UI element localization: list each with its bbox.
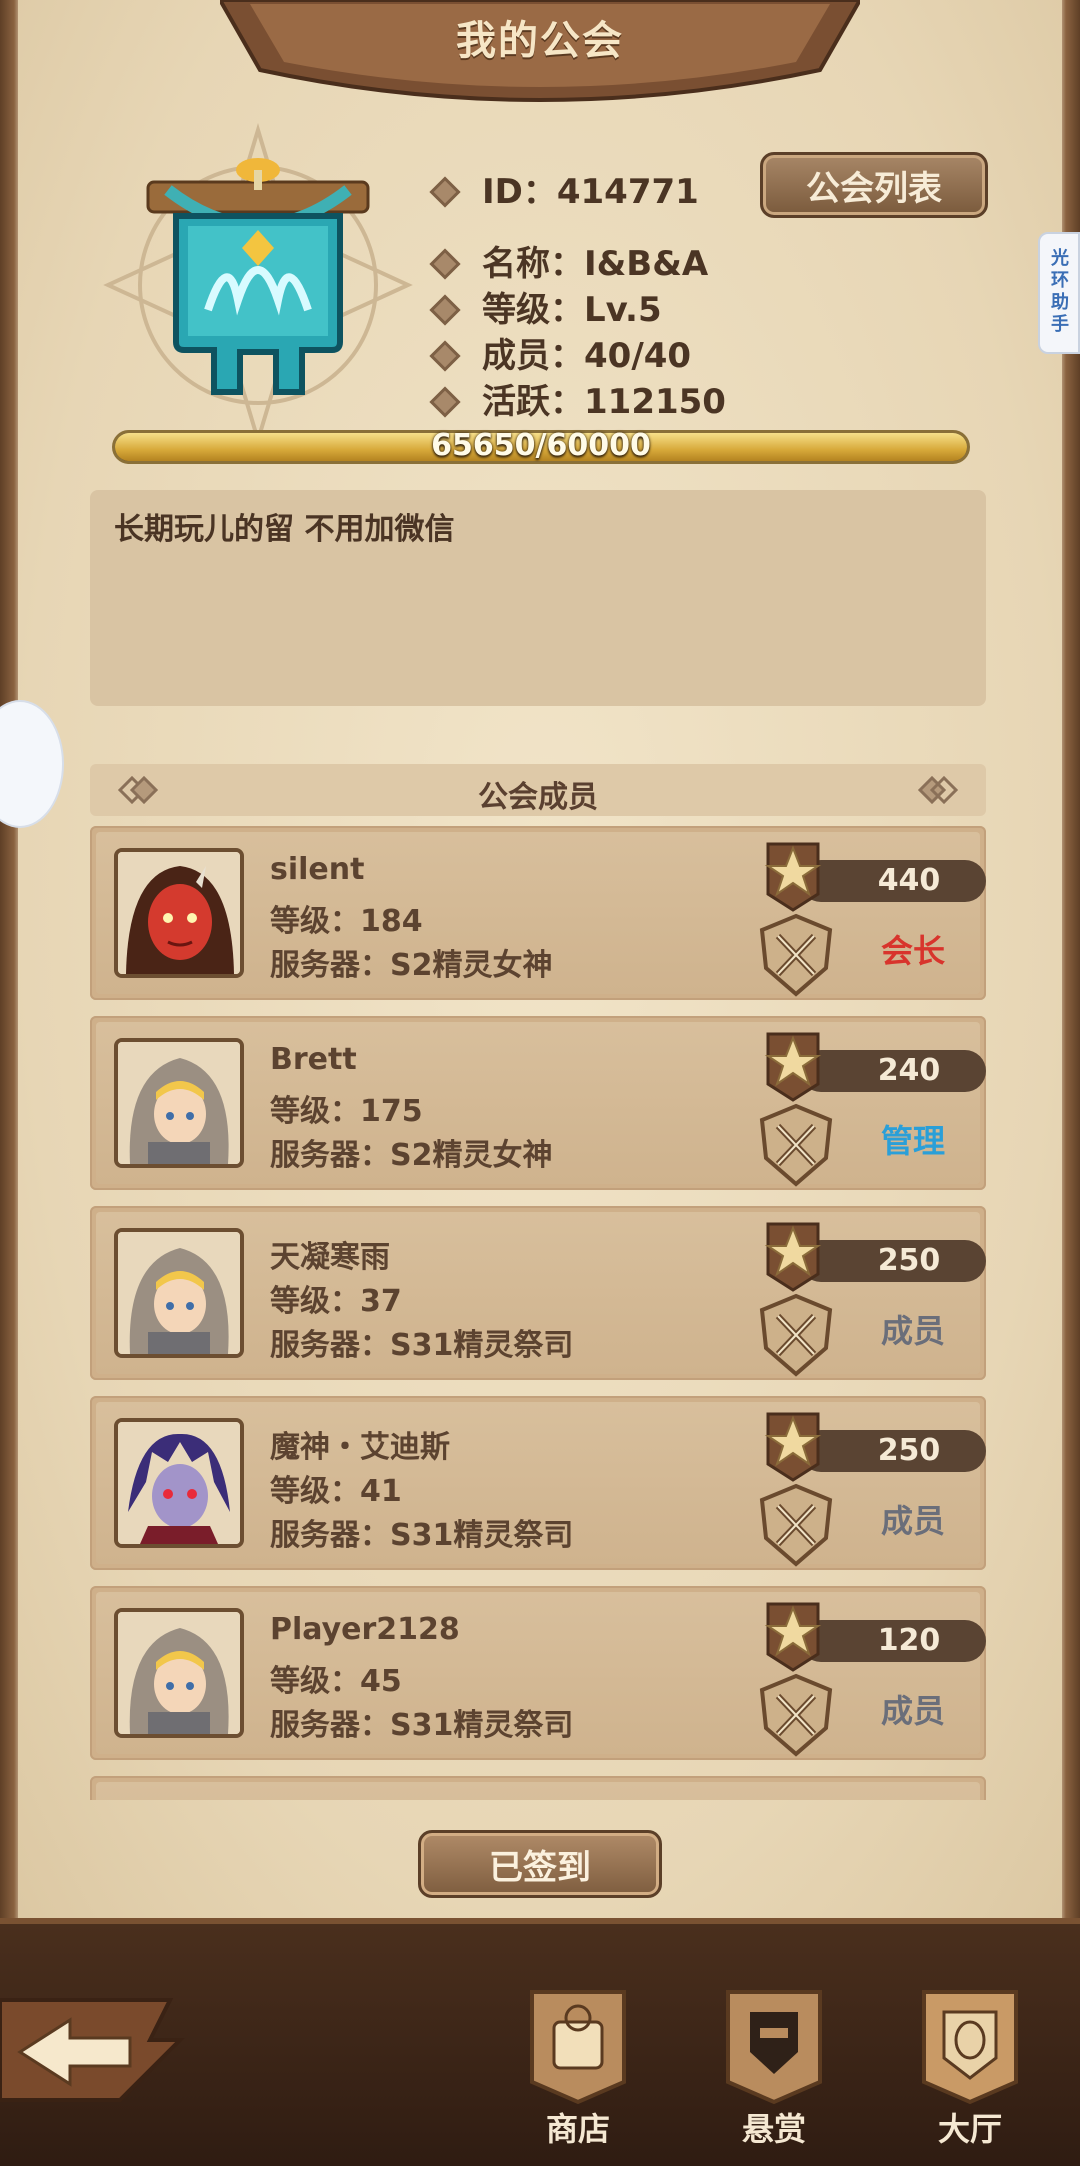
hall-icon (922, 1990, 1018, 2105)
guild-list-button[interactable]: 公会列表 (760, 152, 988, 218)
crossed-swords-shield-icon (759, 913, 833, 997)
member-points: 440 (877, 863, 941, 898)
member-role: 会长 (880, 932, 945, 970)
member-role: 管理 (880, 1122, 945, 1160)
nav-bounty[interactable]: 悬赏 (704, 1982, 844, 2150)
members-section-title: 公会成员 (478, 780, 598, 815)
member-role: 成员 (880, 1312, 945, 1350)
guild-id: ID：414771 (429, 164, 699, 213)
member-list[interactable]: silent 等级：184 服务器：S2精灵女神 440 会长 Brett 等级… (90, 826, 990, 1800)
red-demon-avatar-icon (118, 852, 240, 974)
guild-activity: 活跃：112150 (429, 374, 726, 423)
crossed-swords-shield-icon (759, 1103, 833, 1187)
medal-icon (764, 1032, 822, 1102)
member-row[interactable]: Player2128 等级：45 服务器：S31精灵祭司 120 成员 (90, 1586, 986, 1760)
member-server: 服务器：S2精灵女神 (270, 948, 553, 983)
member-points: 250 (877, 1243, 941, 1278)
guild-level: 等级：Lv.5 (429, 282, 662, 331)
guild-notice-box: 长期玩儿的留 不用加微信 (90, 490, 986, 706)
ornament-right-icon (918, 776, 958, 804)
page-title: 我的公会 (456, 18, 624, 64)
assistant-side-tab[interactable]: 光环助手 (1038, 232, 1080, 354)
member-role: 成员 (880, 1692, 945, 1730)
member-server: 服务器：S2精灵女神 (270, 1138, 553, 1173)
nav-shop-label: 商店 (545, 2110, 610, 2148)
member-server: 服务器：S31精灵祭司 (270, 1328, 574, 1363)
member-row-partial[interactable] (90, 1776, 986, 1800)
hooded-avatar-icon (118, 1042, 240, 1164)
guild-emblem (103, 123, 413, 447)
bounty-icon (726, 1990, 822, 2105)
guild-exp-text: 65650/60000 (431, 428, 651, 463)
member-level: 等级：45 (270, 1664, 402, 1699)
medal-icon (764, 1602, 822, 1672)
medal-icon (764, 1412, 822, 1482)
member-level: 等级：184 (270, 904, 423, 939)
member-points: 120 (877, 1623, 941, 1658)
member-points: 250 (877, 1433, 941, 1468)
nav-shop[interactable]: 商店 (508, 1982, 648, 2150)
member-name: 天凝寒雨 (270, 1240, 390, 1275)
guild-members-count: 成员：40/40 (429, 328, 691, 377)
shop-icon (530, 1990, 626, 2105)
back-arrow-icon[interactable] (0, 1980, 190, 2110)
members-header: 公会成员 (90, 764, 986, 816)
purple-demon-avatar-icon (118, 1422, 240, 1544)
member-name: Player2128 (270, 1612, 460, 1647)
diamond-bullet-icon (429, 293, 461, 326)
guild-name: 名称：I&B&A (429, 236, 708, 285)
member-name: silent (270, 852, 365, 887)
member-server: 服务器：S31精灵祭司 (270, 1518, 574, 1553)
guild-notice-text: 长期玩儿的留 不用加微信 (114, 512, 455, 547)
member-level: 等级：41 (270, 1474, 402, 1509)
member-row[interactable]: Brett 等级：175 服务器：S2精灵女神 240 管理 (90, 1016, 986, 1190)
member-avatar (114, 1228, 244, 1358)
member-role: 成员 (880, 1502, 945, 1540)
diamond-bullet-icon (429, 339, 461, 372)
nav-hall[interactable]: 大厅 (900, 1982, 1040, 2150)
assistant-side-tab-label: 光环助手 (1051, 248, 1069, 335)
medal-icon (764, 1222, 822, 1292)
crossed-swords-shield-icon (759, 1483, 833, 1567)
signed-in-button[interactable]: 已签到 (418, 1830, 662, 1898)
member-row[interactable]: silent 等级：184 服务器：S2精灵女神 440 会长 (90, 826, 986, 1000)
hooded-avatar-icon (118, 1232, 240, 1354)
member-row[interactable]: 天凝寒雨 等级：37 服务器：S31精灵祭司 250 成员 (90, 1206, 986, 1380)
diamond-bullet-icon (429, 385, 461, 418)
member-row[interactable]: 魔神・艾迪斯 等级：41 服务器：S31精灵祭司 250 成员 (90, 1396, 986, 1570)
nav-bounty-label: 悬赏 (741, 2110, 806, 2148)
member-name: 魔神・艾迪斯 (270, 1430, 450, 1465)
crossed-swords-shield-icon (759, 1293, 833, 1377)
diamond-bullet-icon (429, 175, 461, 208)
member-name: Brett (270, 1042, 357, 1077)
hooded-avatar-icon (118, 1612, 240, 1734)
crossed-swords-shield-icon (759, 1673, 833, 1757)
member-server: 服务器：S31精灵祭司 (270, 1708, 574, 1743)
member-level: 等级：37 (270, 1284, 402, 1319)
member-level: 等级：175 (270, 1094, 423, 1129)
member-avatar (114, 1418, 244, 1548)
member-avatar (114, 1038, 244, 1168)
member-points: 240 (877, 1053, 941, 1088)
diamond-bullet-icon (429, 247, 461, 280)
member-avatar (114, 1608, 244, 1738)
member-avatar (114, 848, 244, 978)
medal-icon (764, 842, 822, 912)
nav-hall-label: 大厅 (937, 2110, 1002, 2148)
